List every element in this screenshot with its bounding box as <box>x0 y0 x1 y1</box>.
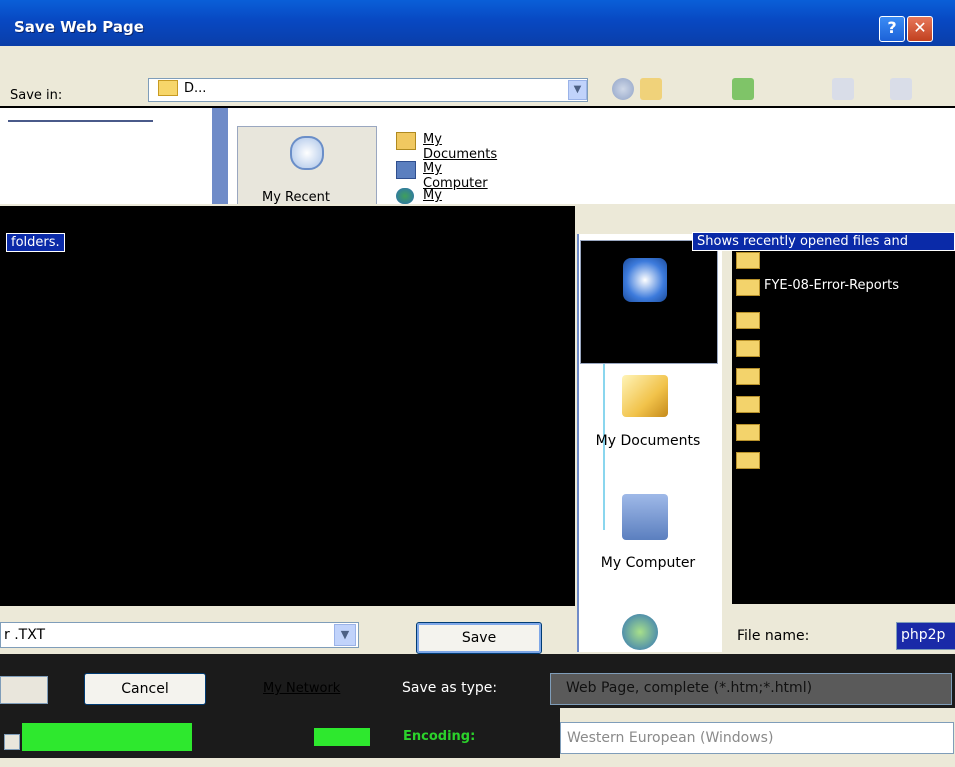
folder-icon <box>736 396 760 413</box>
my-documents-icon[interactable] <box>622 375 668 417</box>
folder-icon <box>736 312 760 329</box>
places-bar-edge <box>212 108 228 206</box>
list-item-label: My Computer <box>423 161 488 191</box>
clock-icon <box>290 136 324 170</box>
tooltip: Shows recently opened files and <box>692 232 955 251</box>
chevron-down-icon[interactable]: ▼ <box>568 80 587 100</box>
left-panel <box>0 108 212 206</box>
save-in-combo[interactable] <box>148 78 588 102</box>
my-documents-icon <box>396 132 416 150</box>
glitch-bar <box>22 723 192 751</box>
folder-icon <box>736 424 760 441</box>
up-folder-icon[interactable] <box>640 78 662 100</box>
save-as-type-value: Web Page, complete (*.htm;*.html) <box>566 680 813 696</box>
encoding-label: Encoding: <box>403 729 476 744</box>
place-my-computer[interactable]: My Computer <box>580 555 716 571</box>
file-type-value: r .TXT <box>4 627 46 643</box>
window-title: Save Web Page <box>14 18 144 36</box>
close-button[interactable]: ✕ <box>907 16 933 42</box>
recent-icon <box>623 258 667 302</box>
my-computer-icon <box>396 161 416 179</box>
save-as-type-label: Save as type: <box>402 680 498 696</box>
folder-icon <box>736 368 760 385</box>
checkbox[interactable] <box>0 676 48 704</box>
folder-icon <box>736 340 760 357</box>
main-view-area <box>0 206 575 606</box>
file-name-label: File name: <box>737 628 810 644</box>
list-item-label: My Documents <box>423 132 498 162</box>
file-type-combo[interactable] <box>0 622 359 648</box>
new-folder-icon[interactable] <box>732 78 754 100</box>
save-button[interactable]: Save <box>416 622 542 654</box>
glitch-bar <box>314 728 370 746</box>
save-in-label: Save in: <box>10 88 63 103</box>
back-icon[interactable] <box>612 78 634 100</box>
place-label: My Recent <box>262 190 330 205</box>
folder-icon <box>158 80 178 96</box>
my-computer-icon[interactable] <box>622 494 668 540</box>
place-my-documents[interactable]: My Documents <box>580 433 716 449</box>
my-network-icon <box>396 188 414 204</box>
glitch-band <box>575 206 955 234</box>
encoding-value: Western European (Windows) <box>567 730 774 746</box>
chevron-down-icon[interactable]: ▼ <box>334 624 356 646</box>
place-my-network[interactable]: My Network <box>263 681 340 696</box>
tooltip: folders. <box>6 233 65 252</box>
divider <box>8 120 153 122</box>
my-network-icon[interactable] <box>622 614 658 650</box>
save-in-value: D... <box>184 81 207 96</box>
cancel-button[interactable]: Cancel <box>84 673 206 705</box>
tools-menu-icon[interactable] <box>890 78 912 100</box>
folder-icon <box>736 252 760 269</box>
list-item-label: FYE-08-Error-Reports <box>764 278 899 293</box>
file-name-value: php2p <box>901 627 946 643</box>
checkbox[interactable] <box>4 734 20 750</box>
folder-icon <box>736 452 760 469</box>
views-menu-icon[interactable] <box>832 78 854 100</box>
folder-icon <box>736 279 760 296</box>
help-button[interactable]: ? <box>879 16 905 42</box>
